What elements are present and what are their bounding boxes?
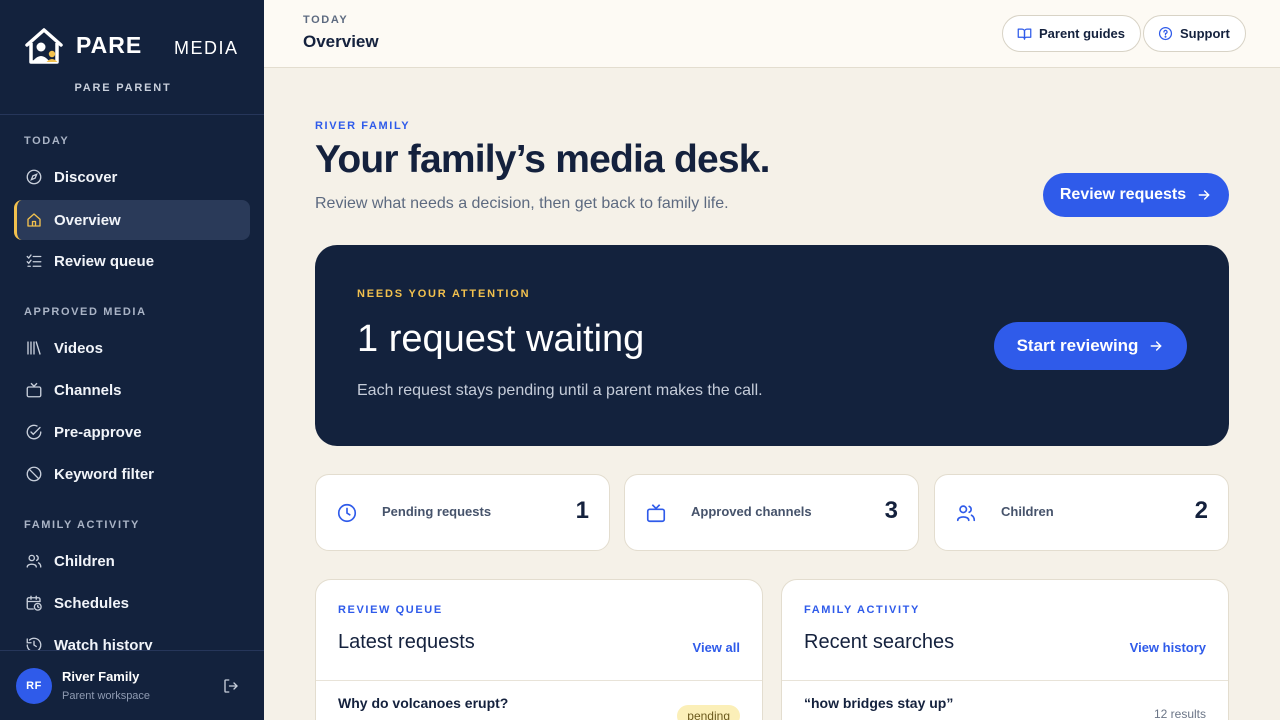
support-label: Support bbox=[1180, 26, 1230, 41]
stat-pending-requests[interactable]: Pending requests 1 bbox=[315, 474, 610, 551]
section-label-family-activity: FAMILY ACTIVITY bbox=[24, 519, 140, 531]
arrow-right-icon bbox=[1198, 190, 1210, 200]
book-icon bbox=[1017, 28, 1032, 40]
stat-value: 3 bbox=[884, 497, 898, 524]
sidebar-item-label: Children bbox=[54, 552, 115, 570]
brand[interactable]: PARE MEDIA bbox=[24, 26, 240, 66]
stat-label: Approved channels bbox=[691, 504, 812, 519]
help-circle-icon bbox=[1158, 26, 1173, 41]
panel-divider bbox=[782, 680, 1228, 681]
check-circle-icon bbox=[24, 422, 44, 442]
sidebar-item-overview[interactable]: Overview bbox=[14, 200, 250, 240]
compass-icon bbox=[24, 167, 44, 187]
stat-value: 2 bbox=[1194, 497, 1208, 524]
review-queue-panel: REVIEW QUEUE Latest requests View all Wh… bbox=[315, 579, 763, 720]
panel-title: Recent searches bbox=[804, 631, 955, 653]
attention-subtitle: Each request stays pending until a paren… bbox=[357, 382, 763, 399]
arrow-right-icon bbox=[1151, 341, 1162, 351]
stat-approved-channels[interactable]: Approved channels 3 bbox=[624, 474, 919, 551]
stat-children[interactable]: Children 2 bbox=[934, 474, 1229, 551]
hero-eyebrow: RIVER FAMILY bbox=[315, 120, 411, 132]
panel-eyebrow: REVIEW QUEUE bbox=[338, 604, 443, 616]
brand-subtitle: PARE PARENT bbox=[74, 82, 172, 94]
calendar-clock-icon bbox=[24, 593, 44, 613]
parent-guides-button[interactable]: Parent guides bbox=[1002, 15, 1141, 52]
sidebar-item-channels[interactable]: Channels bbox=[14, 370, 250, 410]
search-result-count: 12 results bbox=[1153, 707, 1206, 720]
review-requests-button[interactable]: Review requests bbox=[1043, 173, 1229, 217]
attention-card: NEEDS YOUR ATTENTION 1 request waiting E… bbox=[315, 245, 1229, 446]
start-reviewing-button[interactable]: Start reviewing bbox=[994, 322, 1187, 370]
attention-title: 1 request waiting bbox=[357, 318, 645, 360]
sidebar-item-children[interactable]: Children bbox=[14, 541, 250, 581]
panel-divider bbox=[316, 680, 762, 681]
avatar[interactable]: RF bbox=[16, 668, 52, 704]
search-query[interactable]: “how bridges stay up” bbox=[804, 695, 953, 711]
sidebar-item-label: Overview bbox=[54, 211, 121, 229]
user-role: Parent workspace bbox=[62, 690, 151, 702]
request-title[interactable]: Why do volcanoes erupt? bbox=[338, 695, 508, 711]
hero-subtitle: Review what needs a decision, then get b… bbox=[315, 195, 729, 212]
user-name: River Family bbox=[62, 669, 140, 684]
sidebar-item-label: Discover bbox=[54, 168, 118, 186]
sidebar-item-label: Channels bbox=[54, 381, 122, 399]
brand-product: MEDIA bbox=[174, 38, 239, 58]
sidebar-item-label: Review queue bbox=[54, 252, 155, 270]
status-badge: pending bbox=[677, 705, 740, 720]
sidebar-item-keyword-filter[interactable]: Keyword filter bbox=[14, 454, 250, 494]
panel-title: Latest requests bbox=[338, 631, 475, 653]
logout-icon[interactable] bbox=[222, 677, 240, 695]
hero-title: Your family’s media desk. bbox=[315, 138, 770, 181]
view-all-link[interactable]: View all bbox=[693, 640, 740, 655]
parent-guides-label: Parent guides bbox=[1039, 26, 1125, 41]
brand-name: PARE bbox=[76, 32, 143, 58]
tv-icon bbox=[24, 380, 44, 400]
house-logo-icon bbox=[25, 28, 63, 64]
stat-label: Pending requests bbox=[382, 504, 492, 519]
ban-icon bbox=[24, 464, 44, 484]
sidebar-item-videos[interactable]: Videos bbox=[14, 328, 250, 368]
sidebar: PARE MEDIA PARE PARENT TODAY Discover Ov… bbox=[0, 0, 264, 720]
sidebar-item-pre-approve[interactable]: Pre-approve bbox=[14, 412, 250, 452]
sidebar-item-discover[interactable]: Discover bbox=[14, 157, 250, 197]
view-history-link[interactable]: View history bbox=[1130, 640, 1206, 655]
tv-icon bbox=[646, 504, 666, 523]
users-icon bbox=[24, 551, 44, 571]
sidebar-item-review-queue[interactable]: Review queue bbox=[14, 241, 250, 281]
page-title: Overview bbox=[303, 32, 379, 51]
sidebar-item-label: Pre-approve bbox=[54, 423, 142, 441]
review-requests-label: Review requests bbox=[1059, 186, 1187, 203]
library-icon bbox=[24, 338, 44, 358]
recent-searches-panel: FAMILY ACTIVITY Recent searches View his… bbox=[781, 579, 1229, 720]
stat-value: 1 bbox=[575, 497, 589, 524]
sidebar-item-schedules[interactable]: Schedules bbox=[14, 583, 250, 623]
attention-eyebrow: NEEDS YOUR ATTENTION bbox=[357, 288, 531, 300]
home-icon bbox=[24, 210, 44, 230]
panel-eyebrow: FAMILY ACTIVITY bbox=[804, 604, 920, 616]
section-label-today: TODAY bbox=[24, 135, 70, 147]
support-button[interactable]: Support bbox=[1143, 15, 1246, 52]
sidebar-item-label: Schedules bbox=[54, 594, 130, 612]
sidebar-item-label: Keyword filter bbox=[54, 465, 155, 483]
user-footer: RF River Family Parent workspace bbox=[0, 650, 264, 720]
sidebar-item-label: Videos bbox=[54, 339, 103, 357]
topbar: TODAY Overview Parent guides Support bbox=[264, 0, 1280, 68]
section-label-approved-media: APPROVED MEDIA bbox=[24, 306, 147, 318]
users-icon bbox=[956, 505, 976, 522]
clock-icon bbox=[337, 503, 357, 523]
start-reviewing-label: Start reviewing bbox=[1016, 336, 1139, 355]
topbar-eyebrow: TODAY bbox=[303, 14, 349, 26]
stat-label: Children bbox=[1001, 504, 1054, 519]
sidebar-divider bbox=[0, 114, 264, 115]
checklist-icon bbox=[24, 251, 44, 271]
